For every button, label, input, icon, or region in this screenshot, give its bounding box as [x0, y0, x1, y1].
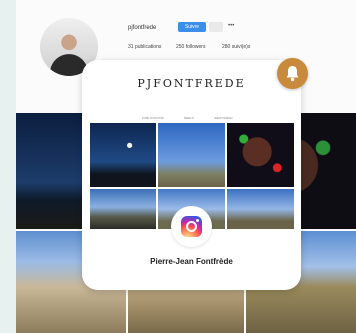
bell-icon: [286, 66, 299, 82]
follow-button[interactable]: Suivre: [178, 22, 206, 32]
card-photo-tile: [227, 123, 294, 187]
instagram-badge[interactable]: [171, 206, 212, 247]
message-button[interactable]: [209, 22, 223, 32]
instagram-icon: [181, 216, 202, 237]
dots-horizontal-icon[interactable]: •••: [228, 23, 234, 29]
stat-publications: 31 publications: [128, 44, 162, 50]
mini-tab-publications: PUBLICATIONS: [142, 116, 164, 120]
card-brand-title: PJFONTFREDE: [137, 77, 246, 90]
card-photo-tile: [90, 189, 156, 229]
profile-card[interactable]: PJFONTFREDE PUBLICATIONS REELS IDENTIFIÉ…: [82, 60, 301, 290]
mini-tab-reels: REELS: [184, 116, 194, 120]
card-photo-tile: [90, 123, 156, 187]
card-display-name: Pierre-Jean Fontfrède: [150, 257, 233, 266]
notification-bell-button[interactable]: [277, 58, 308, 89]
card-mini-tabs: PUBLICATIONS REELS IDENTIFIÉ(E): [122, 116, 262, 122]
stat-followers[interactable]: 250 followers: [176, 44, 205, 50]
profile-username: pjfontfrede: [128, 25, 157, 31]
card-photo-tile: [227, 189, 294, 229]
stat-following[interactable]: 280 suivi(e)s: [222, 44, 250, 50]
mini-tab-tagged: IDENTIFIÉ(E): [214, 116, 233, 120]
card-photo-tile: [158, 123, 225, 187]
